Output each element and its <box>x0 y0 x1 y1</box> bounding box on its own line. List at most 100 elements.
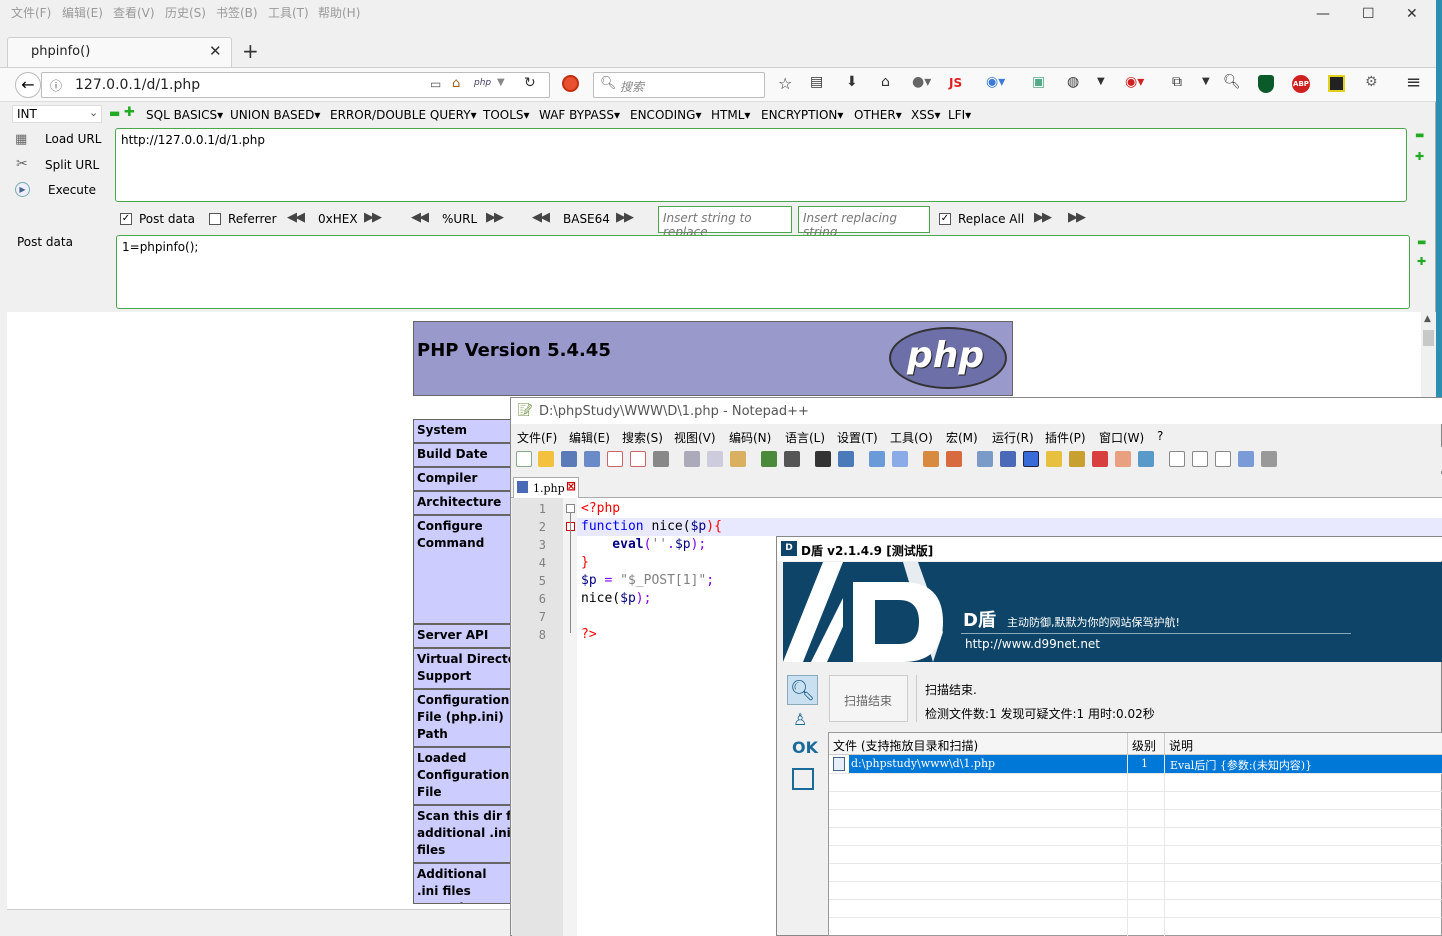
shield-extension-icon[interactable] <box>1258 75 1274 93</box>
new-file-icon[interactable] <box>516 451 532 467</box>
show-all-chars-icon[interactable] <box>1000 451 1016 467</box>
php-extension-icon[interactable]: php <box>474 78 491 88</box>
npp-menu-file[interactable]: 文件(F) <box>517 429 557 446</box>
extension-copy-icon[interactable]: ⧉ <box>1172 74 1182 90</box>
find-icon[interactable] <box>815 451 831 467</box>
sync-h-icon[interactable] <box>946 451 962 467</box>
column-level[interactable]: 级别 <box>1132 737 1156 754</box>
hamburger-menu-icon[interactable]: ≡ <box>1406 72 1421 93</box>
close-all-icon[interactable] <box>630 451 646 467</box>
post-shrink-icon[interactable]: ▬ <box>1417 237 1426 248</box>
scroll-up-icon[interactable]: ▲ <box>1424 314 1431 324</box>
extension-red-icon[interactable]: ◉▾ <box>1125 74 1144 90</box>
bookmark-star-icon[interactable]: ☆ <box>778 74 792 93</box>
cut-icon[interactable] <box>684 451 700 467</box>
npp-menu-language[interactable]: 语言(L) <box>785 429 825 446</box>
url-decode-arrow-icon[interactable]: ◀◀ <box>411 210 429 225</box>
scroll-thumb[interactable] <box>1423 330 1434 346</box>
npp-menu-macro[interactable]: 宏(M) <box>946 429 978 446</box>
npp-menu-plugins[interactable]: 插件(P) <box>1045 429 1086 446</box>
base64-encode-arrow-icon[interactable]: ▶▶ <box>616 210 634 225</box>
open-file-icon[interactable] <box>538 451 554 467</box>
folder-workspace-icon[interactable] <box>1115 451 1131 467</box>
fold-toggle[interactable] <box>566 504 575 513</box>
menu-bookmarks[interactable]: 书签(B) <box>216 4 258 21</box>
menu-help[interactable]: 帮助(H) <box>318 4 360 21</box>
minimize-icon[interactable]: — <box>1316 6 1330 22</box>
split-url-button[interactable]: Split URL <box>45 158 99 172</box>
menu-other[interactable]: OTHER▾ <box>854 108 902 122</box>
menu-union-based[interactable]: UNION BASED▾ <box>230 108 320 122</box>
globe-icon[interactable]: ●▾ <box>912 74 931 90</box>
save-macro-icon[interactable] <box>1261 451 1277 467</box>
udl-icon[interactable] <box>1046 451 1062 467</box>
stop-macro-icon[interactable] <box>1192 451 1208 467</box>
paste-icon[interactable] <box>730 451 746 467</box>
menu-file[interactable]: 文件(F) <box>11 4 51 21</box>
extension-image-icon[interactable]: ▣ <box>1032 74 1045 90</box>
record-macro-icon[interactable] <box>1169 451 1185 467</box>
plus-icon[interactable]: ✚ <box>124 105 135 120</box>
replace-icon[interactable] <box>838 451 854 467</box>
menu-lfi[interactable]: LFI▾ <box>948 108 971 122</box>
replace-all-checkbox[interactable]: ✓ <box>939 213 951 225</box>
close-file-icon[interactable] <box>607 451 623 467</box>
save-all-icon[interactable] <box>584 451 600 467</box>
menu-view[interactable]: 查看(V) <box>113 4 155 21</box>
overflow-dropdown-icon[interactable]: ▼ <box>1097 76 1105 87</box>
home-extension-icon[interactable]: ⌂ <box>452 76 460 91</box>
replace-arrow-icon[interactable]: ▶▶ <box>1034 210 1052 225</box>
menu-sql-basics[interactable]: SQL BASICS▾ <box>146 108 223 122</box>
scan-status-button[interactable]: 扫描结束 <box>829 675 908 722</box>
info-icon[interactable]: ⓘ <box>50 77 62 94</box>
npp-menu-encoding[interactable]: 编码(N) <box>729 429 771 446</box>
library-icon[interactable]: ▤ <box>810 74 823 90</box>
url-bar[interactable]: ⓘ 127.0.0.1/d/1.php ▭ ⌂ php ▼ <box>41 72 550 98</box>
menu-html[interactable]: HTML▾ <box>711 108 750 122</box>
menu-edit[interactable]: 编辑(E) <box>62 4 103 21</box>
reload-icon[interactable]: ↻ <box>524 75 536 91</box>
dropdown-icon[interactable]: ▼ <box>497 77 505 88</box>
menu-waf-bypass[interactable]: WAF BYPASS▾ <box>539 108 620 122</box>
menu-encoding[interactable]: ENCODING▾ <box>630 108 701 122</box>
close-tab-icon[interactable]: ✕ <box>209 42 222 60</box>
hex-encode-arrow-icon[interactable]: ▶▶ <box>364 210 382 225</box>
close-tab-icon[interactable]: ⊠ <box>566 479 576 493</box>
npp-menu-settings[interactable]: 设置(T) <box>837 429 878 446</box>
scan-icon[interactable]: 🔍︎ <box>787 675 818 705</box>
replace-to-input[interactable]: Insert replacing string <box>798 206 930 239</box>
block-icon[interactable] <box>562 75 579 92</box>
notepad-tab-1php[interactable]: 1.php ⊠ <box>513 477 579 498</box>
close-window-icon[interactable]: ✕ <box>1406 6 1418 22</box>
tab-phpinfo[interactable]: phpinfo() ✕ <box>7 37 232 67</box>
replace-from-input[interactable]: Insert string to replace <box>658 206 792 239</box>
url-shrink-icon[interactable]: ▬ <box>1415 130 1424 141</box>
menu-tools[interactable]: 工具(T) <box>268 4 309 21</box>
npp-menu-edit[interactable]: 编辑(E) <box>569 429 610 446</box>
extension-palette-icon[interactable]: ◍ <box>1067 74 1079 90</box>
load-url-button[interactable]: Load URL <box>45 132 101 146</box>
hackbar-type-select[interactable]: INT ⌄ <box>12 105 102 123</box>
ok-icon[interactable]: OK <box>792 738 818 757</box>
print-icon[interactable] <box>653 451 669 467</box>
copy-icon[interactable] <box>707 451 723 467</box>
back-icon[interactable]: ← <box>15 72 41 98</box>
reader-icon[interactable]: ▭ <box>430 77 441 91</box>
zoom-in-icon[interactable] <box>869 451 885 467</box>
replace-next-arrow-icon[interactable]: ▶▶ <box>1068 210 1086 225</box>
menu-history[interactable]: 历史(S) <box>165 4 206 21</box>
npp-menu-help[interactable]: ? <box>1157 429 1163 443</box>
hex-decode-arrow-icon[interactable]: ◀◀ <box>287 210 305 225</box>
run-macro-multiple-icon[interactable] <box>1238 451 1254 467</box>
npp-menu-view[interactable]: 视图(V) <box>674 429 716 446</box>
zoom-icon[interactable]: 🔍︎ <box>1223 74 1241 90</box>
wrap-icon[interactable] <box>977 451 993 467</box>
search-bar[interactable]: 🔍︎ 搜索 <box>593 72 765 98</box>
extension-n-icon[interactable] <box>1328 75 1345 92</box>
execute-button[interactable]: Execute <box>48 183 96 197</box>
npp-menu-tools[interactable]: 工具(O) <box>890 429 933 446</box>
undo-icon[interactable] <box>761 451 777 467</box>
extension-chrome-icon[interactable]: ◉▾ <box>986 74 1005 90</box>
url-encode-arrow-icon[interactable]: ▶▶ <box>486 210 504 225</box>
process-icon[interactable]: ♙ <box>793 710 807 729</box>
